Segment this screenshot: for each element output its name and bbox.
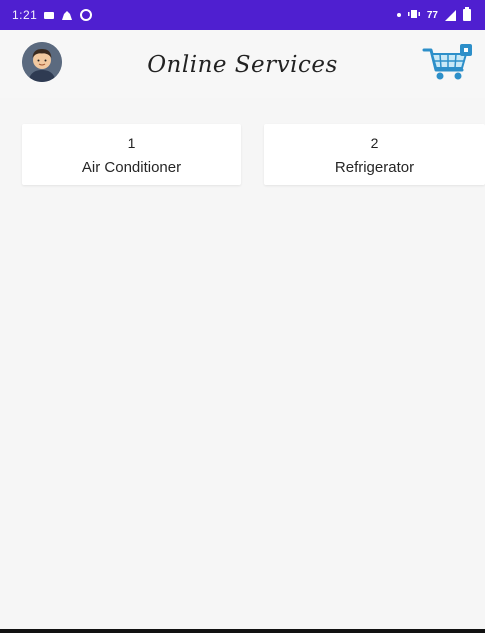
status-time: 1:21	[12, 8, 38, 22]
service-card-refrigerator[interactable]: 2 Refrigerator	[264, 124, 485, 185]
signal-icon	[445, 9, 456, 21]
mail-icon	[44, 11, 55, 19]
vibrate-icon	[407, 8, 420, 22]
services-grid: 1 Air Conditioner 2 Refrigerator	[22, 124, 485, 186]
sync-icon	[80, 9, 93, 21]
navigation-bar-edge	[0, 629, 485, 633]
page-title: Online Services	[147, 52, 338, 78]
service-label: Refrigerator	[334, 159, 415, 176]
battery-icon	[463, 7, 471, 21]
service-number: 2	[370, 135, 379, 151]
service-label: Air Conditioner	[81, 159, 182, 176]
dot-icon	[396, 13, 401, 17]
notification-icon	[61, 10, 73, 21]
service-number: 1	[127, 135, 136, 151]
status-right: 77	[396, 7, 471, 22]
status-bar: 1:21 77	[0, 0, 485, 30]
app-header: Online Services	[0, 30, 485, 98]
cart-button[interactable]	[422, 42, 474, 86]
status-extra-text: 77	[426, 9, 438, 21]
service-card-air-conditioner[interactable]: 1 Air Conditioner	[22, 124, 241, 185]
status-left: 1:21	[12, 8, 93, 22]
shopping-cart-icon	[422, 44, 474, 90]
app-screen: 1:21 77 Online Services 1 Air Conditione…	[0, 0, 485, 633]
